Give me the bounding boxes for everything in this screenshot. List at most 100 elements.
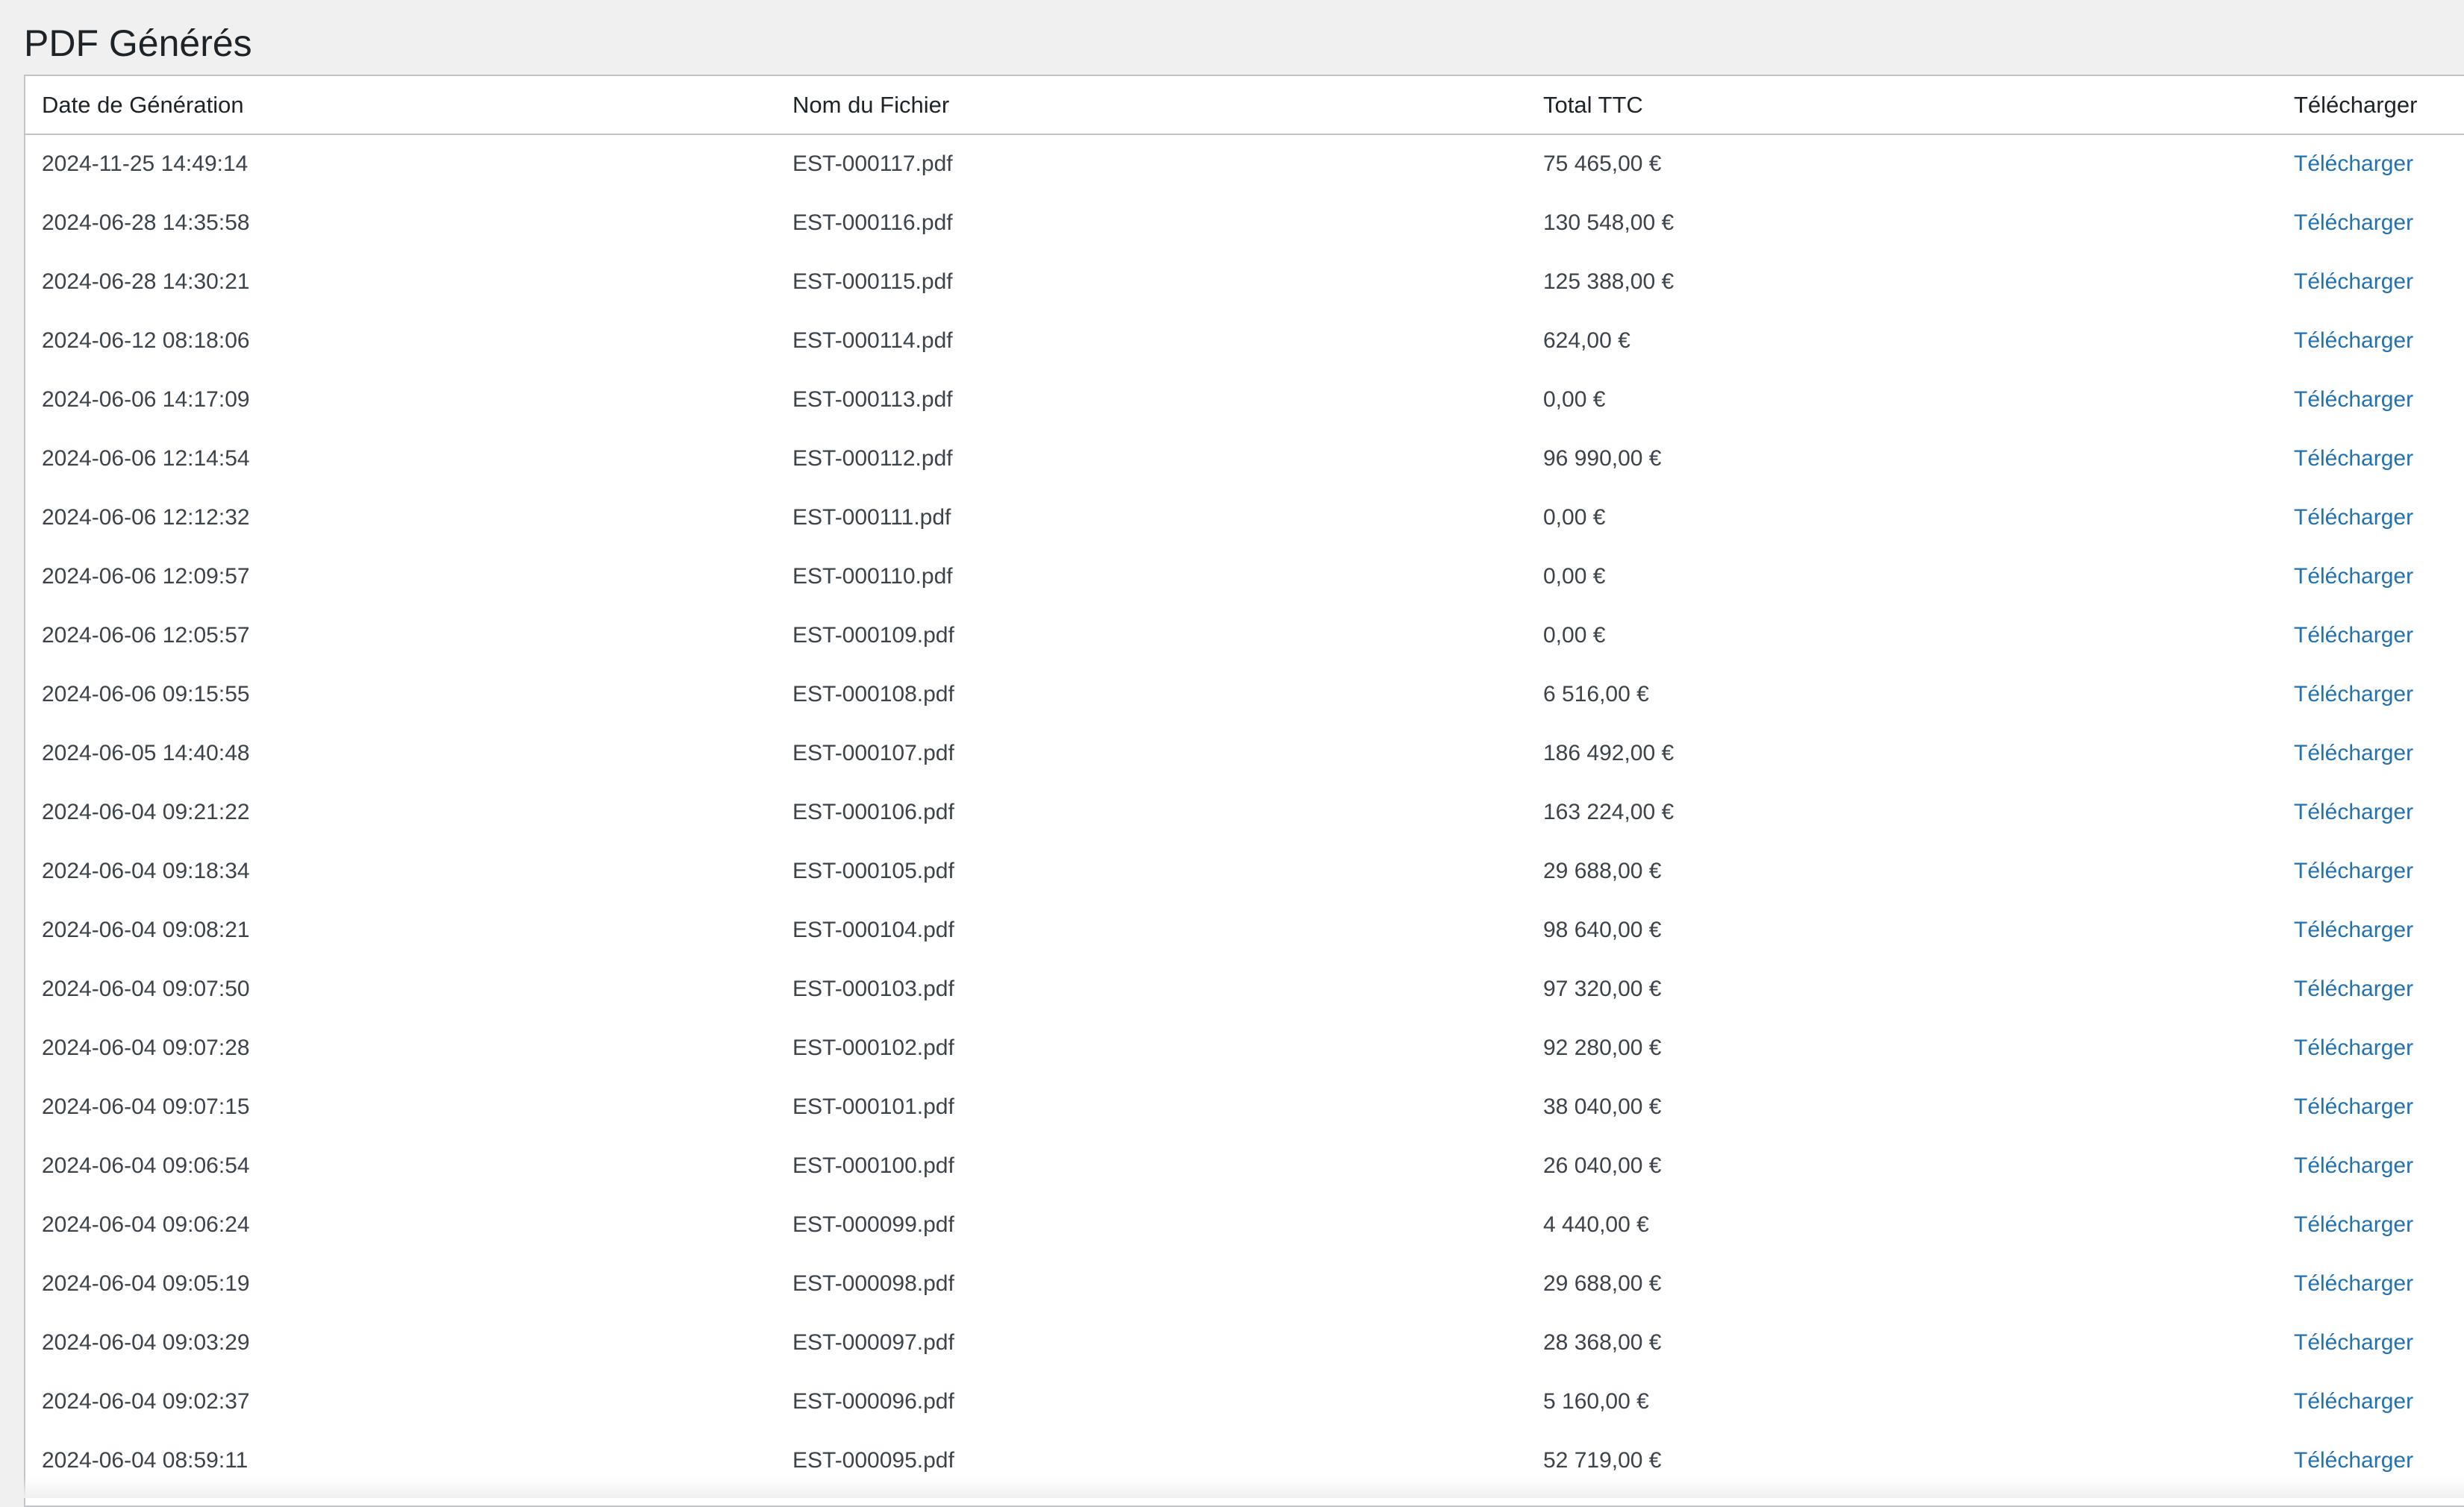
- cell-download: Télécharger: [2277, 665, 2464, 724]
- download-link[interactable]: Télécharger: [2294, 800, 2413, 824]
- download-link[interactable]: Télécharger: [2294, 1036, 2413, 1060]
- download-link[interactable]: Télécharger: [2294, 623, 2413, 648]
- cell-filename: EST-000101.pdf: [792, 1094, 954, 1119]
- table-row: 2024-06-04 09:18:34 EST-000105.pdf 29 688,…: [25, 842, 2464, 900]
- table-row: 2024-06-06 14:17:09 EST-000113.pdf 0,00 € T…: [25, 370, 2464, 429]
- table-body: 2024-11-25 14:49:14 EST-000117.pdf 75 465,…: [25, 134, 2464, 1490]
- download-link[interactable]: Télécharger: [2294, 1153, 2413, 1178]
- download-link[interactable]: Télécharger: [2294, 328, 2413, 353]
- cell-download: Télécharger: [2277, 193, 2464, 252]
- cell-filename: EST-000115.pdf: [792, 269, 953, 294]
- table-row: 2024-06-04 09:07:50 EST-000103.pdf 97 320,…: [25, 959, 2464, 1018]
- cell-download: Télécharger: [2277, 311, 2464, 370]
- cell-download: Télécharger: [2277, 1136, 2464, 1195]
- table-row: 2024-06-06 12:14:54 EST-000112.pdf 96 990,…: [25, 429, 2464, 488]
- table-row: 2024-06-04 09:06:54 EST-000100.pdf 26 040,…: [25, 1136, 2464, 1195]
- table-row: 2024-06-06 12:12:32 EST-000111.pdf 0,00 € T…: [25, 488, 2464, 547]
- cell-download: Télécharger: [2277, 1372, 2464, 1431]
- cell-filename: EST-000098.pdf: [792, 1271, 954, 1296]
- cell-filename: EST-000114.pdf: [792, 328, 953, 353]
- download-link[interactable]: Télécharger: [2294, 269, 2413, 294]
- table-row: 2024-06-04 09:08:21 EST-000104.pdf 98 640,…: [25, 900, 2464, 959]
- download-link[interactable]: Télécharger: [2294, 151, 2413, 176]
- cell-total: 92 280,00 €: [1543, 1035, 1662, 1060]
- cell-download: Télécharger: [2277, 547, 2464, 606]
- cell-total: 29 688,00 €: [1543, 858, 1662, 883]
- cell-filename: EST-000102.pdf: [792, 1035, 954, 1060]
- cell-download: Télécharger: [2277, 724, 2464, 783]
- download-link[interactable]: Télécharger: [2294, 1448, 2413, 1473]
- table-row: 2024-06-06 12:09:57 EST-000110.pdf 0,00 € T…: [25, 547, 2464, 606]
- cell-date: 2024-06-12 08:18:06: [42, 328, 250, 353]
- table-row: 2024-06-04 09:07:15 EST-000101.pdf 38 040,…: [25, 1077, 2464, 1136]
- page-title: PDF Générés: [24, 22, 252, 64]
- cell-date: 2024-11-25 14:49:14: [42, 151, 248, 176]
- cell-download: Télécharger: [2277, 783, 2464, 842]
- cell-total: 0,00 €: [1543, 386, 1606, 412]
- download-link[interactable]: Télécharger: [2294, 505, 2413, 530]
- cell-total: 98 640,00 €: [1543, 917, 1662, 942]
- column-header-date: Date de Génération: [25, 76, 776, 135]
- cell-download: Télécharger: [2277, 1195, 2464, 1254]
- download-link[interactable]: Télécharger: [2294, 387, 2413, 412]
- cell-total: 186 492,00 €: [1543, 740, 1675, 765]
- table-row: 2024-11-25 14:49:14 EST-000117.pdf 75 465,…: [25, 134, 2464, 193]
- download-link[interactable]: Télécharger: [2294, 682, 2413, 706]
- cell-filename: EST-000105.pdf: [792, 858, 954, 883]
- cell-download: Télécharger: [2277, 488, 2464, 547]
- cell-date: 2024-06-06 09:15:55: [42, 681, 250, 706]
- download-link[interactable]: Télécharger: [2294, 1094, 2413, 1119]
- download-link[interactable]: Télécharger: [2294, 1330, 2413, 1355]
- cell-date: 2024-06-06 14:17:09: [42, 386, 250, 412]
- cell-date: 2024-06-06 12:09:57: [42, 563, 250, 589]
- download-link[interactable]: Télécharger: [2294, 741, 2413, 765]
- cell-filename: EST-000097.pdf: [792, 1329, 954, 1355]
- cell-download: Télécharger: [2277, 606, 2464, 665]
- download-link[interactable]: Télécharger: [2294, 446, 2413, 471]
- cell-filename: EST-000107.pdf: [792, 740, 954, 765]
- download-link[interactable]: Télécharger: [2294, 564, 2413, 589]
- table-row: 2024-06-04 09:06:24 EST-000099.pdf 4 440,0…: [25, 1195, 2464, 1254]
- cell-download: Télécharger: [2277, 1313, 2464, 1372]
- cell-date: 2024-06-04 09:21:22: [42, 799, 250, 824]
- cell-total: 26 040,00 €: [1543, 1153, 1662, 1178]
- cell-filename: EST-000099.pdf: [792, 1212, 954, 1237]
- table-row: 2024-06-04 09:21:22 EST-000106.pdf 163 224…: [25, 783, 2464, 842]
- cell-total: 28 368,00 €: [1543, 1329, 1662, 1355]
- cell-date: 2024-06-04 09:05:19: [42, 1271, 250, 1296]
- cell-download: Télécharger: [2277, 959, 2464, 1018]
- cell-filename: EST-000096.pdf: [792, 1388, 954, 1414]
- cell-total: 163 224,00 €: [1543, 799, 1675, 824]
- table-row: 2024-06-28 14:35:58 EST-000116.pdf 130 548…: [25, 193, 2464, 252]
- cell-download: Télécharger: [2277, 429, 2464, 488]
- cell-total: 0,00 €: [1543, 504, 1606, 530]
- download-link[interactable]: Télécharger: [2294, 977, 2413, 1001]
- generated-pdfs-table: Date de Génération Nom du Fichier Total …: [25, 76, 2464, 1490]
- download-link[interactable]: Télécharger: [2294, 918, 2413, 942]
- cell-download: Télécharger: [2277, 1431, 2464, 1490]
- download-link[interactable]: Télécharger: [2294, 1212, 2413, 1237]
- download-link[interactable]: Télécharger: [2294, 210, 2413, 235]
- cell-date: 2024-06-04 09:18:34: [42, 858, 250, 883]
- cell-date: 2024-06-06 12:12:32: [42, 504, 250, 530]
- table-row: 2024-06-04 09:05:19 EST-000098.pdf 29 688,…: [25, 1254, 2464, 1313]
- download-link[interactable]: Télécharger: [2294, 859, 2413, 883]
- cell-filename: EST-000104.pdf: [792, 917, 954, 942]
- cell-total: 96 990,00 €: [1543, 445, 1662, 471]
- cell-total: 130 548,00 €: [1543, 210, 1675, 235]
- table-row: 2024-06-12 08:18:06 EST-000114.pdf 624,00 …: [25, 311, 2464, 370]
- cell-filename: EST-000109.pdf: [792, 622, 954, 648]
- cell-total: 97 320,00 €: [1543, 976, 1662, 1001]
- cell-date: 2024-06-28 14:35:58: [42, 210, 250, 235]
- cell-download: Télécharger: [2277, 1254, 2464, 1313]
- download-link[interactable]: Télécharger: [2294, 1271, 2413, 1296]
- cell-date: 2024-06-04 09:07:28: [42, 1035, 250, 1060]
- cell-date: 2024-06-06 12:14:54: [42, 445, 250, 471]
- cell-total: 6 516,00 €: [1543, 681, 1649, 706]
- column-header-filename: Nom du Fichier: [776, 76, 1527, 135]
- download-link[interactable]: Télécharger: [2294, 1389, 2413, 1414]
- cell-date: 2024-06-04 09:06:54: [42, 1153, 250, 1178]
- table-row: 2024-06-04 09:02:37 EST-000096.pdf 5 160,0…: [25, 1372, 2464, 1431]
- cell-download: Télécharger: [2277, 370, 2464, 429]
- cell-date: 2024-06-04 09:07:15: [42, 1094, 250, 1119]
